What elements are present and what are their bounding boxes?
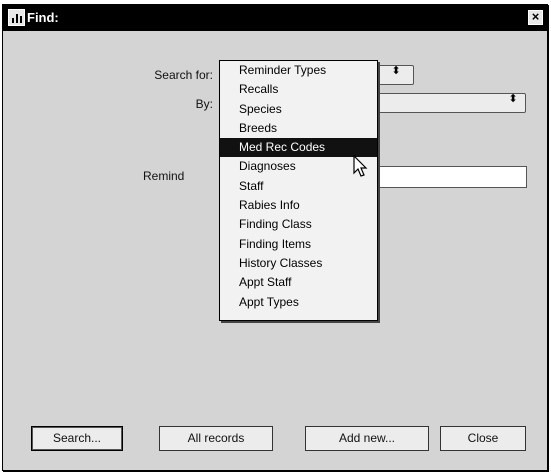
dropdown-item-appt-types[interactable]: Appt Types bbox=[220, 293, 377, 312]
dropdown-item-reminder-types[interactable]: Reminder Types bbox=[220, 61, 377, 80]
title-bar[interactable]: Find: × bbox=[3, 5, 547, 31]
close-button[interactable]: Close bbox=[440, 426, 526, 451]
dropdown-item-finding-class[interactable]: Finding Class bbox=[220, 215, 377, 234]
chart-icon bbox=[8, 9, 25, 26]
by-select[interactable]: ⬍ bbox=[376, 93, 526, 113]
dropdown-item-recalls[interactable]: Recalls bbox=[220, 80, 377, 99]
dropdown-item-staff[interactable]: Staff bbox=[220, 177, 377, 196]
search-for-label: Search for: bbox=[154, 68, 213, 82]
dropdown-item-species[interactable]: Species bbox=[220, 100, 377, 119]
add-new-button[interactable]: Add new... bbox=[305, 426, 429, 451]
stepper-icon: ⬍ bbox=[508, 93, 518, 105]
dropdown-item-appt-staff[interactable]: Appt Staff bbox=[220, 273, 377, 292]
search-for-select[interactable]: ⬍ bbox=[376, 65, 414, 85]
by-label: By: bbox=[195, 97, 213, 111]
search-for-dropdown: Reminder Types Recalls Species Breeds Me… bbox=[219, 60, 378, 321]
all-records-button[interactable]: All records bbox=[159, 426, 273, 451]
dropdown-item-breeds[interactable]: Breeds bbox=[220, 119, 377, 138]
search-button[interactable]: Search... bbox=[31, 426, 123, 451]
dropdown-item-rabies-info[interactable]: Rabies Info bbox=[220, 196, 377, 215]
dropdown-item-history-classes[interactable]: History Classes bbox=[220, 254, 377, 273]
reminder-input[interactable] bbox=[376, 166, 527, 188]
dropdown-item-finding-items[interactable]: Finding Items bbox=[220, 235, 377, 254]
reminder-label: Remind bbox=[143, 169, 185, 183]
mouse-pointer-icon bbox=[353, 155, 368, 177]
close-icon[interactable]: × bbox=[528, 10, 543, 25]
stepper-icon: ⬍ bbox=[391, 65, 401, 77]
find-dialog: Find: × Search for: ⬍ By: ⬍ Remind Remin… bbox=[2, 4, 548, 471]
window-title: Find: bbox=[27, 10, 59, 25]
